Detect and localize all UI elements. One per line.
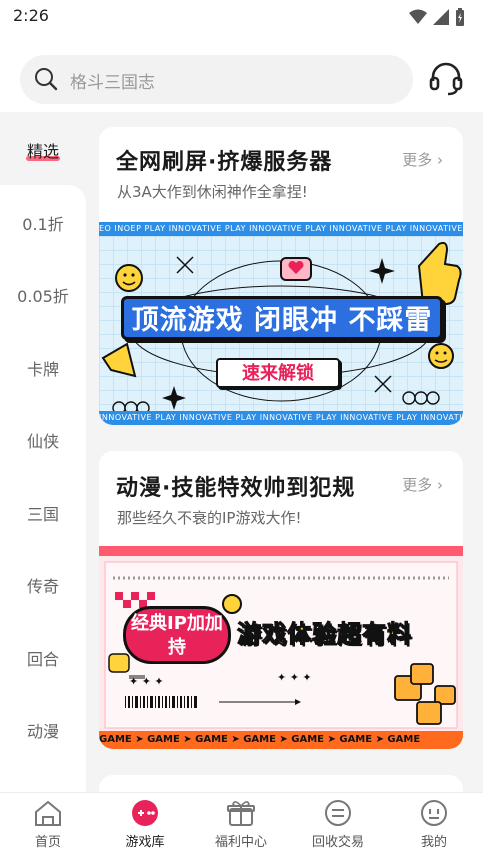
signal-icon (433, 9, 449, 25)
customer-service-icon[interactable] (428, 61, 464, 97)
banner-headline: 游戏体验超有料 (237, 620, 412, 649)
sidebar-item-turn-based[interactable]: 回合 (0, 646, 86, 670)
collection-banner[interactable]: ✦ ✦ ✦ ✦ ✦ ✦ 经典IP加加持 游戏体验超有料 GAME ➤ GAME … (99, 546, 463, 749)
game-library-icon (132, 800, 158, 826)
nav-label: 我的 (420, 835, 447, 850)
card-title: 全网刷屏·挤爆服务器 (116, 150, 333, 175)
chevron-right-icon: › (437, 151, 443, 169)
sidebar-item-card[interactable]: 卡牌 (0, 356, 86, 380)
collection-card: 全网刷屏·挤爆服务器 更多 › 从3A大作到休闲神作全拿捏! EO INOEP … (99, 127, 463, 425)
chevron-right-icon: › (437, 476, 443, 494)
category-sidebar: 精选 0.1折 0.05折 卡牌 仙侠 三国 传奇 回合 动漫 (0, 112, 86, 792)
ip-badge: 经典IP加加持 (123, 606, 231, 664)
search-icon (35, 68, 58, 91)
nav-trade[interactable]: 回收交易 (298, 799, 378, 850)
search-input[interactable]: 格斗三国志 (20, 55, 413, 104)
collection-card: 动漫·技能特效帅到犯规 更多 › 那些经久不衰的IP游戏大作! ✦ ✦ ✦ ✦ … (99, 451, 463, 749)
home-icon (35, 800, 61, 826)
status-time: 2:26 (13, 6, 49, 25)
search-placeholder: 格斗三国志 (70, 73, 155, 93)
sidebar-list (0, 185, 86, 792)
more-label: 更多 (402, 476, 433, 494)
nav-game-library[interactable]: 游戏库 (105, 799, 185, 850)
nav-profile[interactable]: 我的 (394, 799, 474, 850)
sidebar-item-0-05-discount[interactable]: 0.05折 (0, 283, 86, 307)
bottom-nav: 首页 游戏库 福利中心 回收交易 我的 (0, 792, 483, 859)
banner-top-strip: EO INOEP PLAY INNOVATIVE PLAY INNOVATIVE… (99, 222, 463, 236)
sidebar-item-featured[interactable]: 精选 (0, 138, 86, 162)
status-icons (409, 8, 465, 26)
nav-label: 回收交易 (311, 835, 364, 850)
battery-icon (456, 8, 464, 26)
card-subtitle: 那些经久不衰的IP游戏大作! (117, 509, 302, 527)
sidebar-item-three-kingdoms[interactable]: 三国 (0, 501, 86, 525)
unlock-button[interactable]: 速来解锁 (216, 358, 340, 388)
svg-text:✦ ✦ ✦: ✦ ✦ ✦ (277, 671, 312, 684)
sidebar-item-0-1-discount[interactable]: 0.1折 (0, 211, 86, 235)
top-bar: 格斗三国志 (0, 34, 483, 112)
gift-icon (227, 801, 255, 826)
collection-banner[interactable]: EO INOEP PLAY INNOVATIVE PLAY INNOVATIVE… (99, 222, 463, 425)
banner-bottom-strip: GAME ➤ GAME ➤ GAME ➤ GAME ➤ GAME ➤ GAME … (99, 731, 463, 749)
status-bar: 2:26 (0, 0, 483, 34)
banner-bottom-strip: INNOVATIVE PLAY INNOVATIVE PLAY INNOVATI… (99, 411, 463, 425)
nav-welfare-center[interactable]: 福利中心 (201, 799, 281, 850)
wifi-icon (409, 9, 427, 24)
sidebar-item-legend[interactable]: 传奇 (0, 573, 86, 597)
sidebar-item-xianxia[interactable]: 仙侠 (0, 428, 86, 452)
sidebar-item-anime[interactable]: 动漫 (0, 718, 86, 742)
svg-text:✦ ✦ ✦: ✦ ✦ ✦ (129, 675, 164, 688)
more-label: 更多 (402, 151, 433, 169)
more-link[interactable]: 更多 › (402, 149, 443, 170)
profile-icon (421, 800, 447, 826)
banner-headline: 顶流游戏 闭眼冲 不踩雷 (121, 296, 443, 340)
more-link[interactable]: 更多 › (402, 474, 443, 495)
card-subtitle: 从3A大作到休闲神作全拿捏! (117, 183, 308, 201)
nav-label: 福利中心 (214, 835, 267, 850)
nav-label: 游戏库 (125, 835, 165, 850)
trade-icon (325, 800, 351, 826)
nav-home[interactable]: 首页 (8, 799, 88, 850)
card-title: 动漫·技能特效帅到犯规 (116, 476, 356, 501)
nav-label: 首页 (34, 835, 61, 850)
